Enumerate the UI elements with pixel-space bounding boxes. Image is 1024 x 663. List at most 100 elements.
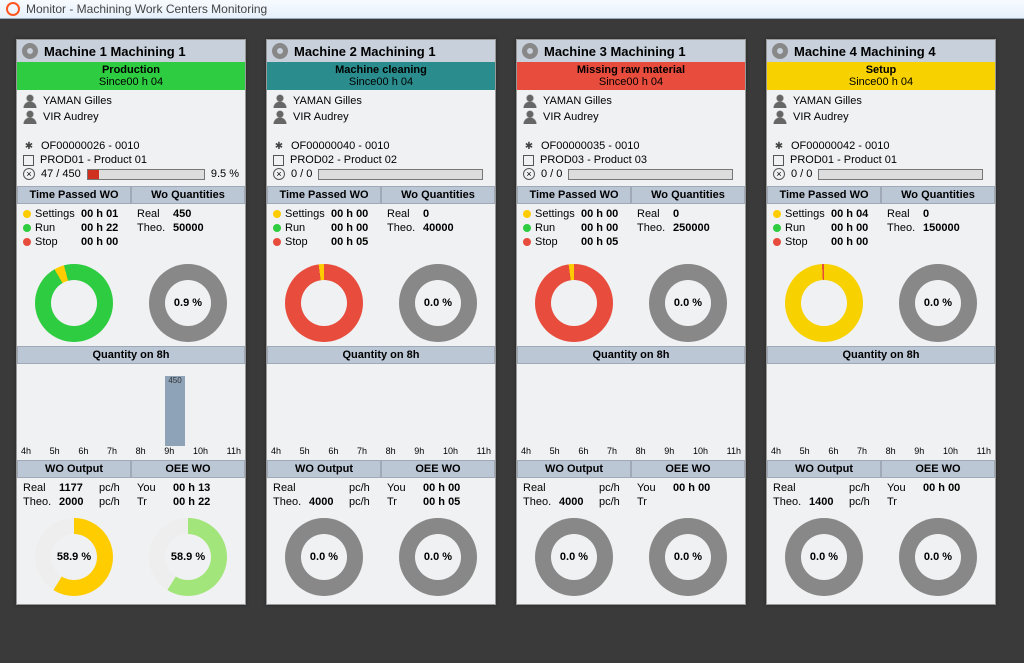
user-row: VIR Audrey	[23, 110, 239, 124]
user-row: YAMAN Gilles	[523, 94, 739, 108]
machine-title: Machine 4 Machining 4	[794, 44, 936, 59]
dot-settings	[273, 210, 281, 218]
qty-panel: Real0 Theo.40000	[381, 204, 495, 254]
order-section: OF00000026 - 0010 PROD01 - Product 01 47…	[17, 134, 245, 186]
user-icon	[773, 94, 787, 108]
oee-panel: You00 h 00 Tr	[631, 478, 745, 514]
titlebar[interactable]: Monitor - Machining Work Centers Monitor…	[0, 0, 1024, 19]
machine-title: Machine 1 Machining 1	[44, 44, 186, 59]
oee-panel: You00 h 00 Tr00 h 05	[381, 478, 495, 514]
dot-stop	[273, 238, 281, 246]
time-passed-header: Time Passed WO	[517, 186, 631, 204]
users-section: YAMAN GillesVIR Audrey	[767, 90, 995, 134]
order-section: OF00000040 - 0010 PROD02 - Product 02 0 …	[267, 134, 495, 186]
product-code: PROD01 - Product 01	[40, 154, 147, 166]
machine-title: Machine 2 Machining 1	[294, 44, 436, 59]
donut-gauge: 0.0 %	[785, 518, 863, 596]
donut-gauge: 0.9 %	[149, 264, 227, 342]
time-passed-header: Time Passed WO	[767, 186, 881, 204]
qty-panel: Real0 Theo.250000	[631, 204, 745, 254]
output-panel: Realpc/h Theo.4000pc/h	[517, 478, 631, 514]
product-icon	[23, 155, 34, 166]
machines-board: Machine 1 Machining 1 ProductionSince00 …	[0, 19, 1024, 625]
time-panel: Settings00 h 00 Run00 h 00 Stop00 h 05	[517, 204, 631, 254]
aperture-icon	[22, 43, 38, 59]
card-title: Machine 1 Machining 1	[17, 40, 245, 62]
user-icon	[523, 94, 537, 108]
machine-card[interactable]: Machine 4 Machining 4 SetupSince00 h 04 …	[766, 39, 996, 605]
product-code: PROD01 - Product 01	[790, 154, 897, 166]
user-icon	[273, 110, 287, 124]
dot-settings	[773, 210, 781, 218]
gear-icon	[23, 140, 35, 152]
aperture-icon	[272, 43, 288, 59]
product-icon	[273, 155, 284, 166]
wo-output-header: WO Output	[767, 460, 881, 478]
gear-icon	[773, 140, 785, 152]
donut-gauge	[535, 264, 613, 342]
machine-card[interactable]: Machine 2 Machining 1 Machine cleaningSi…	[266, 39, 496, 605]
status-band: SetupSince00 h 04	[767, 62, 995, 90]
progress-count: 0 / 0	[541, 168, 562, 180]
gear-icon	[273, 140, 285, 152]
donut-gauge	[35, 264, 113, 342]
order-number: OF00000026 - 0010	[41, 140, 139, 152]
histogram	[267, 364, 495, 446]
output-panel: Realpc/h Theo.4000pc/h	[267, 478, 381, 514]
qty-8h-header: Quantity on 8h	[517, 346, 745, 364]
oee-panel: You00 h 00 Tr	[881, 478, 995, 514]
order-number: OF00000035 - 0010	[541, 140, 639, 152]
wo-qty-header: Wo Quantities	[881, 186, 995, 204]
user-icon	[23, 110, 37, 124]
user-icon	[523, 110, 537, 124]
qty-8h-header: Quantity on 8h	[17, 346, 245, 364]
user-row: VIR Audrey	[773, 110, 989, 124]
oee-wo-header: OEE WO	[381, 460, 495, 478]
qty-8h-header: Quantity on 8h	[767, 346, 995, 364]
wo-qty-header: Wo Quantities	[131, 186, 245, 204]
progress-count: 47 / 450	[41, 168, 81, 180]
machine-card[interactable]: Machine 3 Machining 1 Missing raw materi…	[516, 39, 746, 605]
dot-run	[23, 224, 31, 232]
donut-gauge: 0.0 %	[649, 518, 727, 596]
dot-settings	[523, 210, 531, 218]
donut-gauge: 0.0 %	[399, 518, 477, 596]
donut-gauge: 58.9 %	[35, 518, 113, 596]
histo-xaxis: 4h5h6h7h8h9h10h11h	[517, 446, 745, 460]
app-icon	[6, 2, 20, 16]
dot-settings	[23, 210, 31, 218]
donut-gauge: 0.0 %	[535, 518, 613, 596]
qty-panel: Real450 Theo.50000	[131, 204, 245, 254]
user-row: YAMAN Gilles	[273, 94, 489, 108]
gear-icon	[523, 140, 535, 152]
machine-card[interactable]: Machine 1 Machining 1 ProductionSince00 …	[16, 39, 246, 605]
users-section: YAMAN Gilles VIR Audrey	[517, 90, 745, 134]
user-icon	[23, 94, 37, 108]
order-number: OF00000040 - 0010	[291, 140, 389, 152]
donut-gauge: 0.0 %	[285, 518, 363, 596]
status-band: Missing raw materialSince00 h 04	[517, 62, 745, 90]
donut-gauge	[285, 264, 363, 342]
status-band: ProductionSince00 h 04	[17, 62, 245, 90]
order-number: OF00000042 - 0010	[791, 140, 889, 152]
wo-output-header: WO Output	[267, 460, 381, 478]
product-code: PROD03 - Product 03	[540, 154, 647, 166]
wo-qty-header: Wo Quantities	[381, 186, 495, 204]
progress-bar	[818, 169, 983, 180]
user-row: YAMAN Gilles	[23, 94, 239, 108]
machine-title: Machine 3 Machining 1	[544, 44, 686, 59]
oee-wo-header: OEE WO	[131, 460, 245, 478]
donut-gauge: 58.9 %	[149, 518, 227, 596]
user-icon	[273, 94, 287, 108]
user-row: VIR Audrey	[273, 110, 489, 124]
aperture-icon	[772, 43, 788, 59]
user-row: VIR Audrey	[523, 110, 739, 124]
histogram	[517, 364, 745, 446]
dot-run	[273, 224, 281, 232]
histo-xaxis: 4h5h6h7h8h9h10h11h	[17, 446, 245, 460]
close-circle-icon	[773, 168, 785, 180]
histogram	[767, 364, 995, 446]
output-panel: Real1177pc/h Theo.2000pc/h	[17, 478, 131, 514]
progress-bar	[568, 169, 733, 180]
histo-xaxis: 4h5h6h7h8h9h10h11h	[267, 446, 495, 460]
